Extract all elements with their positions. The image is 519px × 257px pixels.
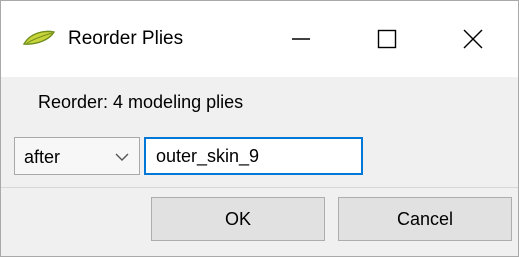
title-bar[interactable]: Reorder Plies	[1, 1, 518, 77]
chevron-down-icon	[115, 153, 129, 161]
divider	[1, 187, 518, 188]
maximize-icon	[377, 29, 397, 49]
reorder-plies-dialog: Reorder Plies Reorder: 4 modeling plies …	[0, 0, 519, 257]
target-ply-input[interactable]	[144, 137, 363, 175]
minimize-icon	[292, 38, 310, 40]
maximize-button[interactable]	[344, 1, 430, 77]
cancel-button[interactable]: Cancel	[338, 197, 512, 241]
leaf-ply-icon	[22, 30, 56, 45]
window-title: Reorder Plies	[68, 28, 184, 49]
position-select[interactable]: after	[14, 137, 140, 175]
ok-button[interactable]: OK	[151, 197, 325, 241]
reorder-count-label: Reorder: 4 modeling plies	[38, 92, 244, 112]
position-select-value: after	[24, 147, 61, 167]
close-icon	[463, 29, 483, 49]
close-button[interactable]	[430, 1, 516, 77]
minimize-button[interactable]	[258, 1, 344, 77]
